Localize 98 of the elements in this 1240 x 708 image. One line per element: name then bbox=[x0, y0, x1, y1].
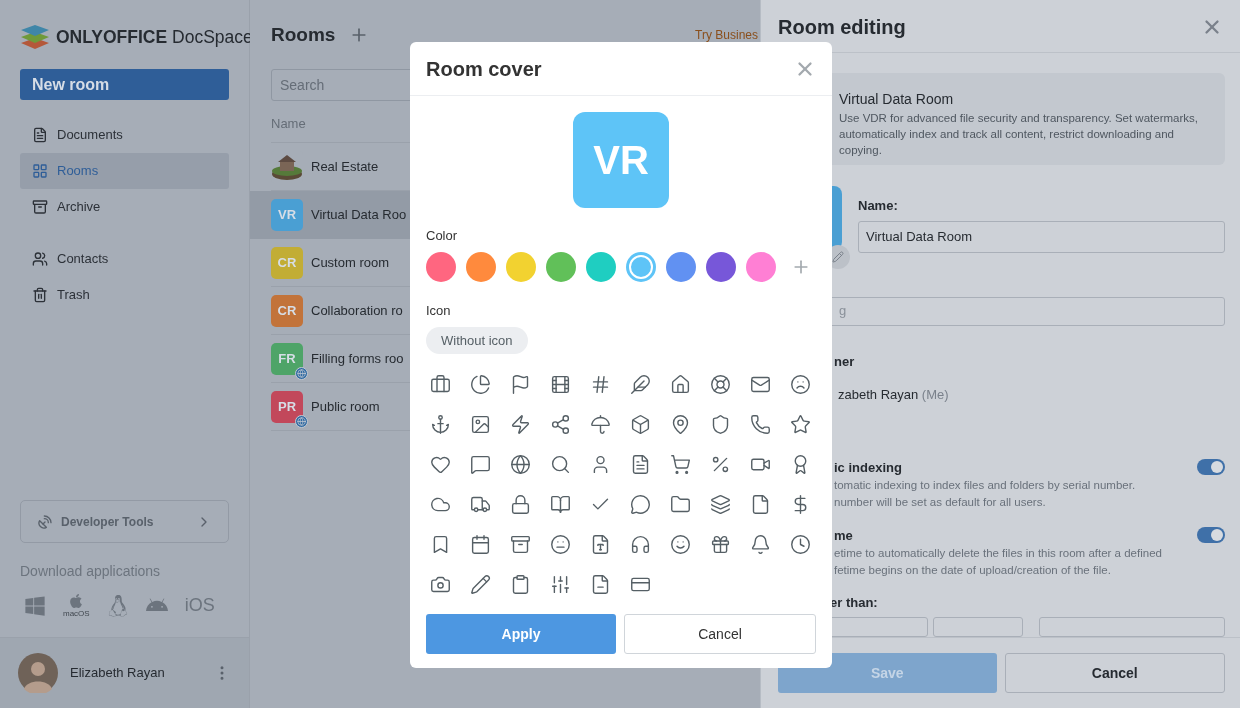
action-field[interactable] bbox=[1039, 617, 1225, 637]
phone-icon[interactable] bbox=[749, 413, 771, 435]
image-icon[interactable] bbox=[469, 413, 491, 435]
logo-icon bbox=[20, 24, 50, 50]
color-swatch[interactable] bbox=[586, 251, 616, 282]
cover-preview: VR bbox=[573, 112, 669, 208]
cancel-button[interactable]: Cancel bbox=[1004, 653, 1225, 693]
book-icon[interactable] bbox=[549, 493, 571, 515]
room-name: Collaboration ro bbox=[311, 301, 403, 320]
headphones-icon[interactable] bbox=[629, 533, 651, 555]
room-name: Filling forms roo bbox=[311, 349, 404, 368]
feather-icon[interactable] bbox=[629, 373, 651, 395]
cube-icon[interactable] bbox=[629, 413, 651, 435]
macos-label[interactable]: macOS bbox=[63, 609, 90, 618]
setting-description: etime to automatically delete the files in this room after a defined bbox=[834, 545, 1163, 561]
room-name: Custom room bbox=[311, 253, 390, 272]
trash-icon bbox=[32, 287, 48, 303]
owner-name: zabeth Rayan (Me) bbox=[838, 386, 950, 404]
user-name: Elizabeth Rayan bbox=[70, 664, 166, 683]
lifebuoy-icon[interactable] bbox=[709, 373, 731, 395]
nav-item[interactable]: Documents bbox=[20, 117, 229, 153]
name-label: Name: bbox=[858, 197, 899, 216]
toggle-switch[interactable] bbox=[1197, 458, 1225, 475]
color-swatch[interactable] bbox=[666, 251, 696, 282]
people-icon bbox=[32, 251, 48, 267]
clock-icon[interactable] bbox=[789, 533, 811, 555]
panel-title: Room editing bbox=[778, 15, 907, 40]
color-swatch[interactable] bbox=[466, 251, 496, 282]
toggle-switch[interactable] bbox=[1197, 526, 1225, 543]
room-type-description: Use VDR for advanced file security and transparency. Set watermarks, automatically index and track all content, restrict downloading and copying. bbox=[839, 111, 1199, 158]
pencil-icon[interactable] bbox=[469, 573, 491, 595]
star-icon[interactable] bbox=[789, 413, 811, 435]
color-swatch[interactable] bbox=[626, 251, 656, 282]
section-label: Color bbox=[426, 227, 459, 245]
cancel-button[interactable]: Cancel bbox=[624, 614, 816, 654]
owner-label: ner bbox=[834, 352, 856, 371]
section-label: Icon bbox=[426, 301, 452, 320]
room-name: Public room bbox=[311, 397, 380, 416]
document-icon bbox=[32, 127, 48, 143]
room-avatar: CR bbox=[271, 294, 303, 327]
gift-icon[interactable] bbox=[709, 533, 731, 555]
lightning-icon[interactable] bbox=[509, 413, 531, 435]
room-avatar: PR bbox=[271, 390, 303, 423]
setting-title: me bbox=[834, 526, 854, 545]
share-icon[interactable] bbox=[549, 413, 571, 435]
lock-icon[interactable] bbox=[509, 493, 531, 515]
archive-box-icon bbox=[32, 199, 48, 215]
search-icon[interactable] bbox=[549, 453, 571, 475]
color-swatch[interactable] bbox=[706, 251, 736, 282]
tags-input[interactable]: g bbox=[839, 301, 1224, 321]
color-swatch[interactable] bbox=[426, 251, 456, 282]
calendar-icon[interactable] bbox=[469, 533, 491, 555]
name-field[interactable]: Virtual Data Room bbox=[858, 220, 1225, 253]
unit-field[interactable] bbox=[933, 617, 1023, 637]
room-name: Virtual Data Roo bbox=[311, 206, 407, 225]
folder-icon[interactable] bbox=[669, 493, 691, 515]
setting-description: tomatic indexing to index files and folders by serial number. bbox=[834, 477, 1137, 493]
satellite-dish-icon bbox=[37, 513, 53, 530]
umbrella-icon[interactable] bbox=[589, 413, 611, 435]
brand-name: ONLYOFFICE DocSpace bbox=[56, 25, 253, 49]
chat-bubble-icon[interactable] bbox=[629, 493, 651, 515]
speech-bubble-icon[interactable] bbox=[469, 453, 491, 475]
nav-item[interactable]: Archive bbox=[20, 189, 229, 225]
room-avatar: VR bbox=[271, 199, 303, 231]
room-name: Real Estate bbox=[311, 157, 379, 176]
anchor-icon[interactable] bbox=[429, 413, 451, 435]
house-icon[interactable] bbox=[669, 373, 691, 395]
without-icon-button[interactable]: Without icon bbox=[426, 327, 528, 354]
color-swatch[interactable] bbox=[546, 251, 576, 282]
sad-face-icon[interactable] bbox=[789, 373, 811, 395]
smiley-icon[interactable] bbox=[669, 533, 691, 555]
page-title: Rooms bbox=[271, 22, 336, 47]
setting-title: ic indexing bbox=[834, 458, 903, 477]
archive-box-icon[interactable] bbox=[509, 533, 531, 555]
briefcase-icon[interactable] bbox=[429, 373, 451, 395]
neutral-face-icon[interactable] bbox=[549, 533, 571, 555]
color-swatch[interactable] bbox=[506, 251, 536, 282]
film-icon[interactable] bbox=[549, 373, 571, 395]
setting-description: fetime begins on the date of upload/creation of the file. bbox=[834, 562, 1112, 578]
nav-item[interactable]: Contacts bbox=[20, 241, 229, 277]
cart-icon[interactable] bbox=[669, 453, 691, 475]
apply-button[interactable]: Apply bbox=[426, 614, 616, 654]
pie-chart-icon[interactable] bbox=[469, 373, 491, 395]
color-swatch[interactable] bbox=[746, 251, 776, 282]
download-title: Download applications bbox=[20, 562, 162, 581]
dialog-title: Room cover bbox=[426, 56, 543, 82]
bell-icon[interactable] bbox=[749, 533, 771, 555]
room-type-title: Virtual Data Room bbox=[839, 90, 955, 109]
room-avatar: CR bbox=[271, 246, 303, 279]
setting-description: number will be set as default for all users. bbox=[834, 494, 1047, 510]
nav-item[interactable]: Trash bbox=[20, 277, 229, 313]
new-room-button[interactable]: New room bbox=[20, 69, 229, 100]
grid-icon bbox=[32, 163, 48, 179]
sliders-icon[interactable] bbox=[549, 573, 571, 595]
name-input[interactable]: Virtual Data Room bbox=[866, 227, 1217, 247]
layers-icon[interactable] bbox=[709, 493, 731, 515]
globe-icon[interactable] bbox=[509, 453, 531, 475]
room-avatar: FR bbox=[271, 342, 303, 375]
